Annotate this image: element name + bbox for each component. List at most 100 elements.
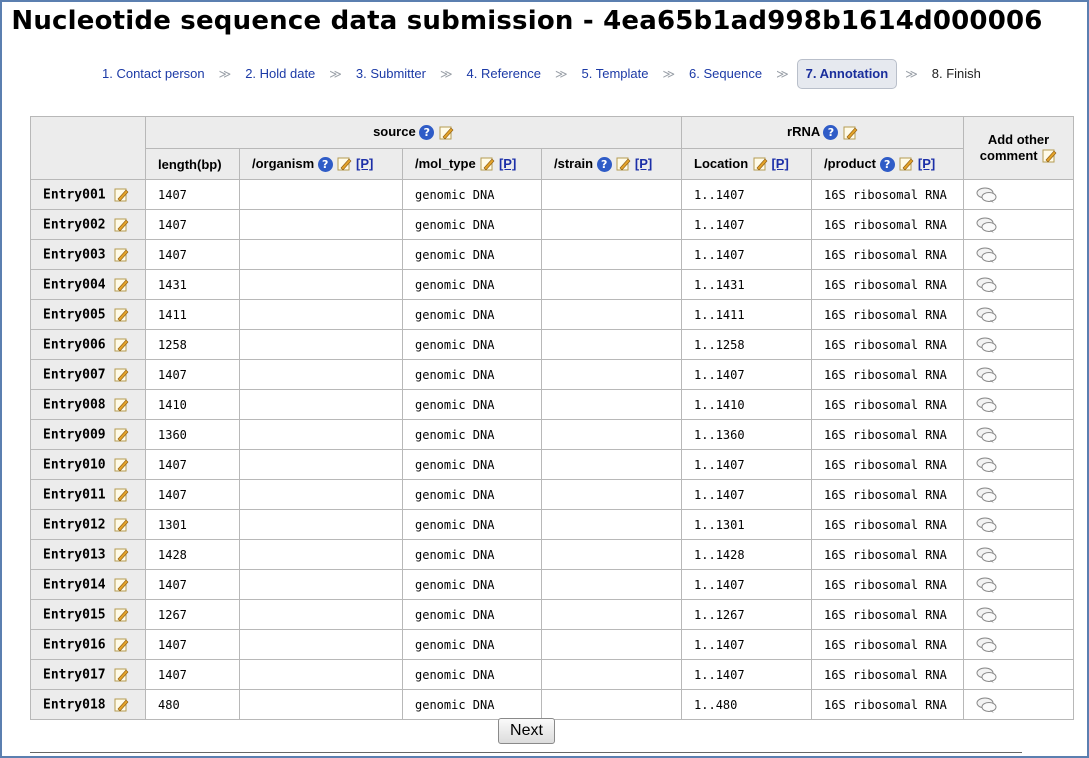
comment-bubble-icon[interactable]: [976, 277, 998, 293]
step-6[interactable]: 6. Sequence: [683, 60, 768, 88]
entry-label: Entry009: [43, 427, 106, 442]
p-link[interactable]: [P]: [499, 156, 516, 171]
comment-bubble-icon[interactable]: [976, 577, 998, 593]
mol-type-cell: genomic DNA: [402, 629, 542, 660]
pencil-icon[interactable]: [113, 427, 129, 442]
comment-bubble-icon[interactable]: [976, 427, 998, 443]
p-link[interactable]: [P]: [918, 156, 935, 171]
wizard-steps: 1. Contact person ≫ 2. Hold date ≫ 3. Submit…: [96, 59, 987, 89]
question-mark-icon[interactable]: ?: [879, 156, 895, 172]
next-button[interactable]: Next: [498, 718, 555, 744]
entry-cell: Entry007: [30, 359, 146, 390]
pencil-icon[interactable]: [113, 517, 129, 532]
length-cell: 1407: [145, 449, 240, 480]
entry-cell: Entry012: [30, 509, 146, 540]
p-link[interactable]: [P]: [771, 156, 788, 171]
question-mark-icon[interactable]: ?: [317, 156, 333, 172]
table-row: Entry015 1267 genomic DNA 1..1267 16S ribos…: [30, 599, 1075, 630]
step-1[interactable]: 1. Contact person: [96, 60, 211, 88]
step-4[interactable]: 4. Reference: [461, 60, 547, 88]
location-cell: 1..1301: [681, 509, 813, 540]
pencil-icon[interactable]: [113, 337, 129, 352]
entry-cell: Entry010: [30, 449, 146, 480]
pencil-icon[interactable]: [113, 307, 129, 322]
step-5[interactable]: 5. Template: [576, 60, 655, 88]
comment-bubble-icon[interactable]: [976, 337, 998, 353]
product-cell: 16S ribosomal RNA: [811, 509, 965, 540]
step-8[interactable]: 8. Finish: [926, 60, 987, 88]
question-mark-icon[interactable]: ?: [419, 125, 435, 141]
location-cell: 1..1267: [681, 599, 813, 630]
location-cell: 1..1431: [681, 269, 813, 300]
mol-type-cell: genomic DNA: [402, 179, 542, 210]
chevron-right-icon: ≫: [218, 67, 232, 81]
comment-bubble-icon[interactable]: [976, 217, 998, 233]
organism-cell: [239, 299, 403, 330]
location-cell: 1..1407: [681, 359, 813, 390]
step-3[interactable]: 3. Submitter: [350, 60, 432, 88]
pencil-icon[interactable]: [113, 457, 129, 472]
p-link[interactable]: [P]: [356, 156, 373, 171]
pencil-icon[interactable]: [113, 187, 129, 202]
entry-label: Entry018: [43, 697, 106, 712]
pencil-icon[interactable]: [113, 217, 129, 232]
entry-label: Entry012: [43, 517, 106, 532]
comment-bubble-icon[interactable]: [976, 517, 998, 533]
pencil-icon[interactable]: [113, 667, 129, 682]
comment-bubble-icon[interactable]: [976, 547, 998, 563]
pencil-icon[interactable]: [113, 607, 129, 622]
pencil-icon[interactable]: [113, 397, 129, 412]
pencil-icon[interactable]: [113, 277, 129, 292]
comment-bubble-icon[interactable]: [976, 637, 998, 653]
comment-bubble-icon[interactable]: [976, 697, 998, 713]
col-location-label: Location: [694, 155, 749, 171]
product-cell: 16S ribosomal RNA: [811, 569, 965, 600]
pencil-icon[interactable]: [898, 156, 914, 172]
mol-type-cell: genomic DNA: [402, 359, 542, 390]
pencil-icon[interactable]: [113, 247, 129, 262]
product-cell: 16S ribosomal RNA: [811, 599, 965, 630]
pencil-icon[interactable]: [113, 487, 129, 502]
pencil-icon[interactable]: [336, 156, 352, 172]
entry-label: Entry002: [43, 217, 106, 232]
pencil-icon[interactable]: [113, 367, 129, 382]
rrna-label: rRNA: [787, 124, 820, 140]
pencil-icon[interactable]: [615, 156, 631, 172]
pencil-icon[interactable]: [113, 577, 129, 592]
mol-type-cell: genomic DNA: [402, 449, 542, 480]
pencil-icon[interactable]: [842, 125, 858, 141]
table-row: Entry017 1407 genomic DNA 1..1407 16S ribos…: [30, 659, 1075, 690]
comment-bubble-icon[interactable]: [976, 667, 998, 683]
comment-bubble-icon[interactable]: [976, 457, 998, 473]
mol-type-cell: genomic DNA: [402, 599, 542, 630]
comment-bubble-icon[interactable]: [976, 187, 998, 203]
question-mark-icon[interactable]: ?: [823, 125, 839, 141]
pencil-icon[interactable]: [113, 697, 129, 712]
comment-bubble-icon[interactable]: [976, 397, 998, 413]
comment-bubble-icon[interactable]: [976, 487, 998, 503]
p-link[interactable]: [P]: [635, 156, 652, 171]
pencil-icon[interactable]: [438, 125, 454, 141]
mol-type-cell: genomic DNA: [402, 539, 542, 570]
organism-cell: [239, 539, 403, 570]
pencil-icon[interactable]: [113, 637, 129, 652]
comment-bubble-icon[interactable]: [976, 247, 998, 263]
step-2[interactable]: 2. Hold date: [239, 60, 321, 88]
strain-cell: [540, 659, 683, 690]
pencil-icon[interactable]: [752, 156, 768, 172]
step-7[interactable]: 7. Annotation: [796, 59, 898, 89]
col-strain: /strain ? [P]: [540, 148, 683, 180]
strain-cell: [540, 239, 683, 270]
comment-bubble-icon[interactable]: [976, 607, 998, 623]
question-mark-icon[interactable]: ?: [596, 156, 612, 172]
pencil-icon[interactable]: [479, 156, 495, 172]
comment-cell: [963, 449, 1075, 480]
mol-type-cell: genomic DNA: [402, 389, 542, 420]
mol-type-cell: genomic DNA: [402, 329, 542, 360]
organism-cell: [239, 179, 403, 210]
chevron-right-icon: ≫: [905, 67, 918, 81]
comment-bubble-icon[interactable]: [976, 307, 998, 323]
pencil-icon[interactable]: [113, 547, 129, 562]
comment-bubble-icon[interactable]: [976, 367, 998, 383]
pencil-icon[interactable]: [1041, 148, 1057, 164]
